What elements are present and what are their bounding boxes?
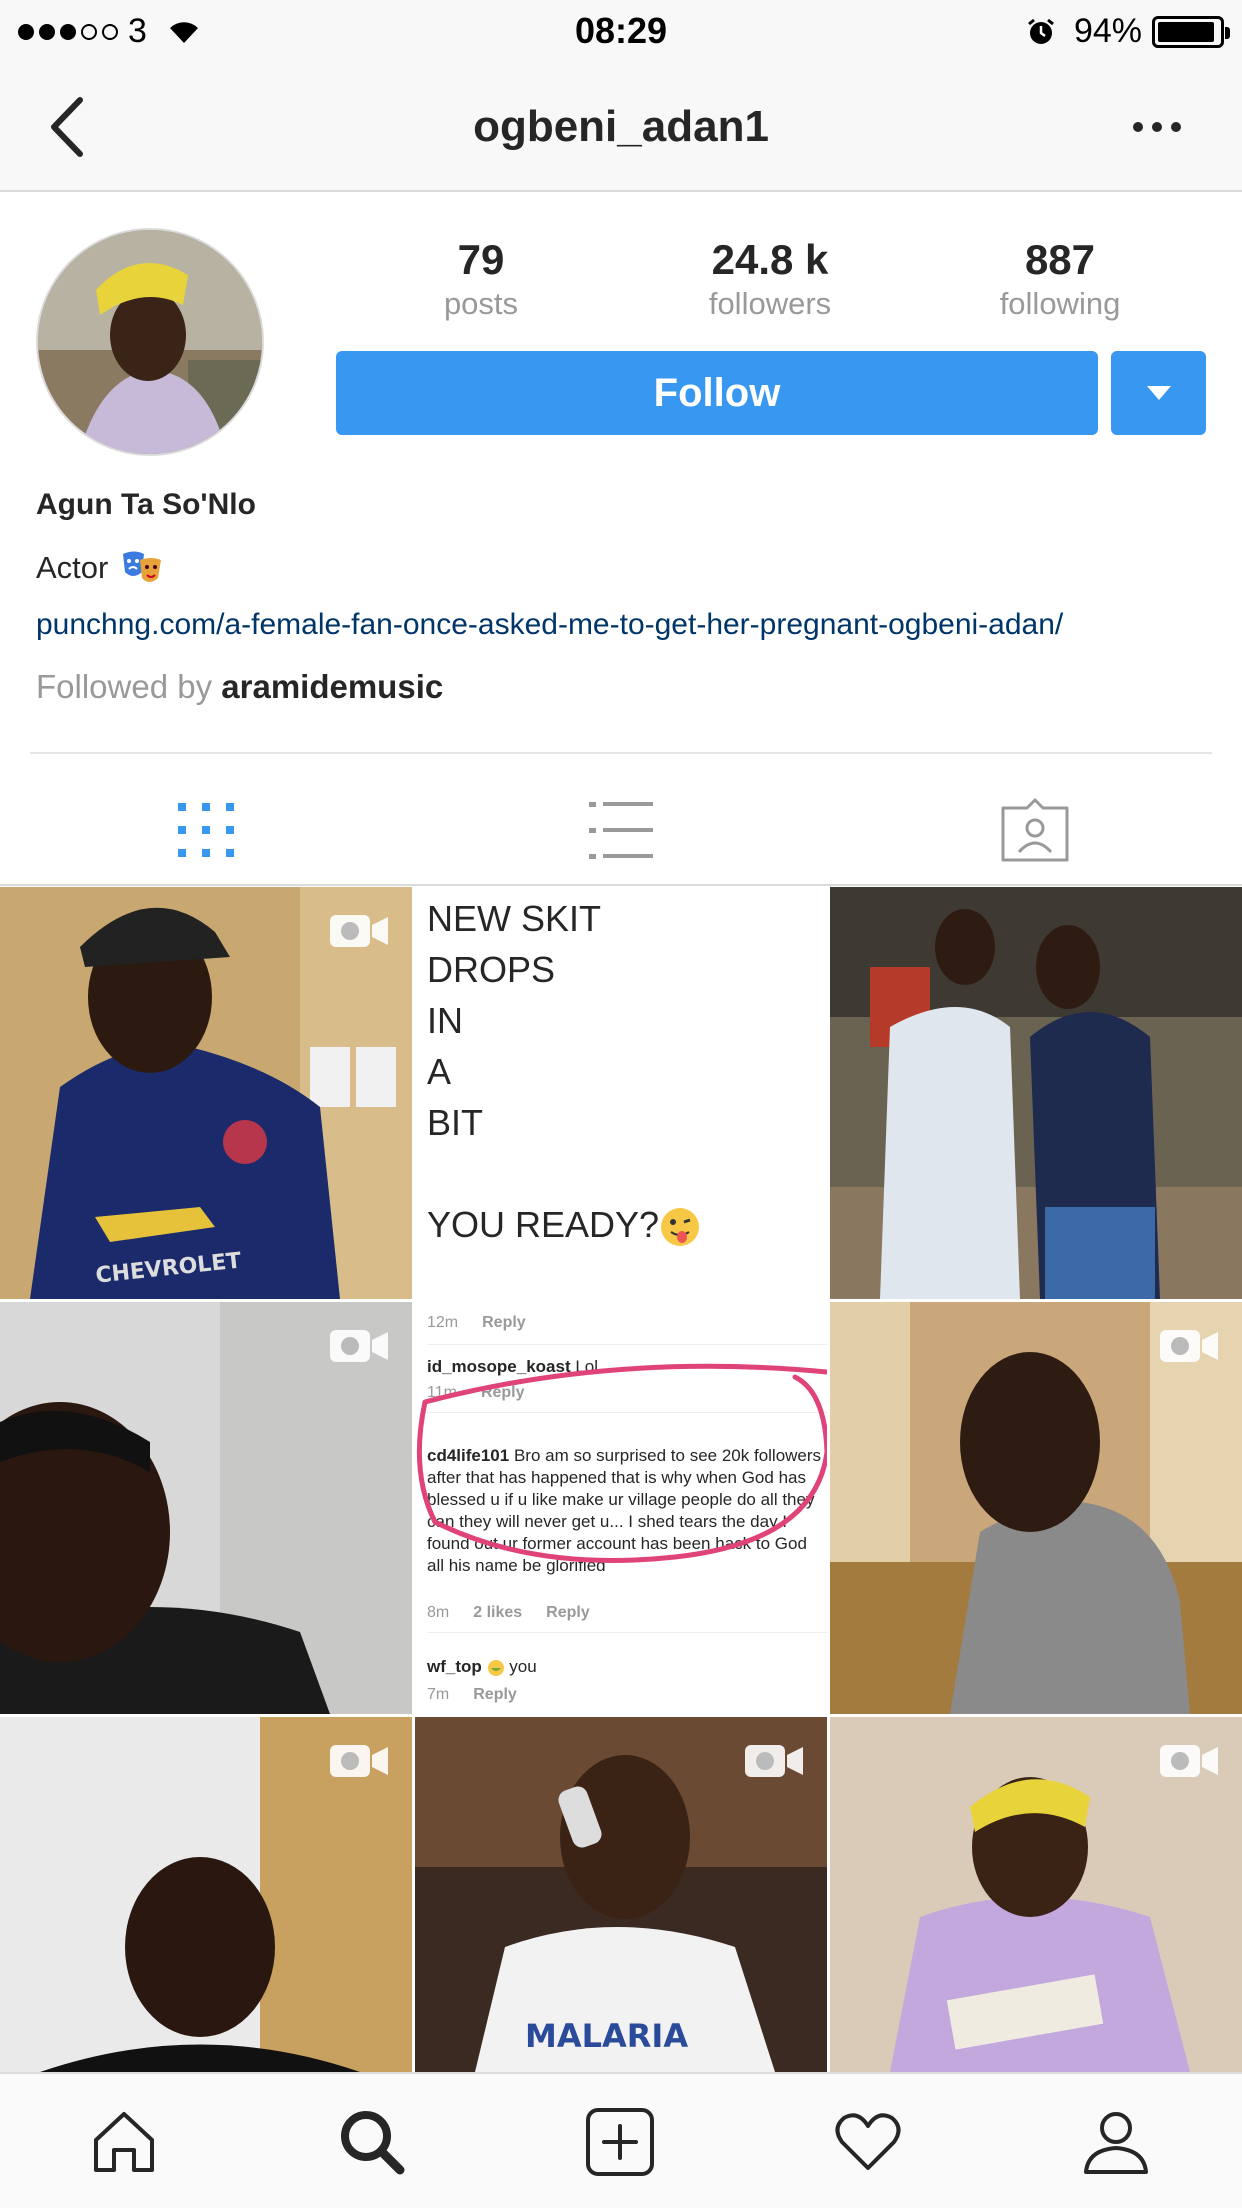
video-camera-icon	[330, 1745, 388, 1777]
nav-profile[interactable]	[1076, 2102, 1156, 2182]
followers-stat[interactable]: 24.8 k followers	[660, 236, 880, 322]
posts-label: posts	[443, 286, 519, 321]
post-thumbnail[interactable]: CHEVROLET	[0, 887, 412, 1299]
tagged-icon	[1001, 798, 1069, 862]
followers-count: 24.8 k	[711, 236, 829, 283]
divider	[30, 752, 1212, 754]
heart-icon	[835, 2113, 901, 2170]
malaria-text: MALARIA	[525, 2017, 688, 2055]
bio-text: Actor	[36, 550, 109, 585]
posts-count: 79	[457, 236, 505, 283]
video-camera-icon	[330, 915, 388, 947]
add-post-icon	[586, 2108, 654, 2176]
battery-level	[1158, 21, 1215, 42]
post-thumbnail[interactable]	[0, 1717, 412, 2072]
bottom-tab-bar	[0, 2072, 1242, 2208]
post-thumbnail[interactable]	[830, 1717, 1242, 2072]
video-camera-icon	[330, 1330, 388, 1362]
post-thumbnail[interactable]: 12m Reply id_mosope_koast Lol 11m Reply cd…	[415, 1302, 827, 1714]
profile-name: Agun Ta So'Nlo	[36, 488, 256, 521]
suggested-accounts-button[interactable]	[1111, 351, 1206, 435]
posts-stat[interactable]: 79 posts	[371, 236, 591, 322]
follow-button[interactable]: Follow	[336, 351, 1098, 435]
ellipsis-icon[interactable]	[1112, 112, 1202, 142]
avatar[interactable]	[36, 228, 264, 456]
post-thumbnail[interactable]: NEW SKIT DROPS IN A BIT YOU READY?	[415, 887, 827, 1299]
skit-post-text: NEW SKIT DROPS IN A BIT YOU READY?	[427, 893, 701, 1250]
video-camera-icon	[745, 1745, 803, 1777]
home-icon	[94, 2112, 154, 2172]
battery-percent: 94%	[1073, 12, 1142, 50]
nav-home[interactable]	[84, 2102, 164, 2182]
followed-by-user[interactable]: aramidemusic	[221, 668, 443, 705]
status-bar: 3 08:29 94%	[0, 0, 1242, 62]
following-count: 887	[1024, 236, 1096, 283]
post-thumbnail[interactable]	[830, 1302, 1242, 1714]
followed-by[interactable]: Followed by aramidemusic	[36, 668, 443, 706]
tab-tagged[interactable]	[965, 780, 1105, 880]
alarm-icon	[1028, 18, 1054, 44]
video-camera-icon	[1160, 1745, 1218, 1777]
caret-down-icon	[1146, 386, 1171, 400]
nav-activity[interactable]	[828, 2102, 908, 2182]
followers-label: followers	[708, 286, 832, 321]
post-thumbnail[interactable]: MALARIA	[415, 1717, 827, 2072]
theater-masks-icon	[123, 551, 162, 582]
tab-divider	[0, 884, 1242, 886]
page-title: ogbeni_adan1	[473, 102, 769, 151]
profile-screen: 3 08:29 94% ogbeni_adan1 79 posts 24.8 k…	[0, 0, 1242, 2208]
bio-text-row: Actor	[36, 548, 164, 588]
search-icon	[341, 2111, 405, 2175]
highlight-circle	[416, 1363, 827, 1563]
post-thumbnail[interactable]	[830, 887, 1242, 1299]
nav-search[interactable]	[332, 2102, 412, 2182]
profile-icon	[1084, 2112, 1148, 2174]
comments-screenshot: 12m Reply id_mosope_koast Lol 11m Reply cd…	[415, 1302, 827, 1714]
nav-add-post[interactable]	[580, 2102, 660, 2182]
tab-list[interactable]	[551, 780, 691, 880]
following-stat[interactable]: 887 following	[950, 236, 1170, 322]
tab-grid[interactable]	[136, 780, 276, 880]
battery-group: 94%	[1026, 12, 1230, 51]
winking-tongue-emoji-icon	[661, 1208, 700, 1247]
following-label: following	[999, 286, 1121, 321]
video-camera-icon	[1160, 1330, 1218, 1362]
skit-post-caption: NEW SKIT DROPS IN A BIT YOU READY?	[427, 898, 660, 1245]
nav-bar: ogbeni_adan1	[0, 62, 1242, 192]
grid-icon	[178, 803, 234, 857]
list-icon	[589, 802, 653, 859]
battery-icon	[1152, 15, 1230, 48]
bio-link[interactable]: punchng.com/a-female-fan-once-asked-me-t…	[36, 608, 1063, 642]
followed-by-prefix: Followed by	[36, 668, 213, 705]
post-thumbnail[interactable]	[0, 1302, 412, 1714]
